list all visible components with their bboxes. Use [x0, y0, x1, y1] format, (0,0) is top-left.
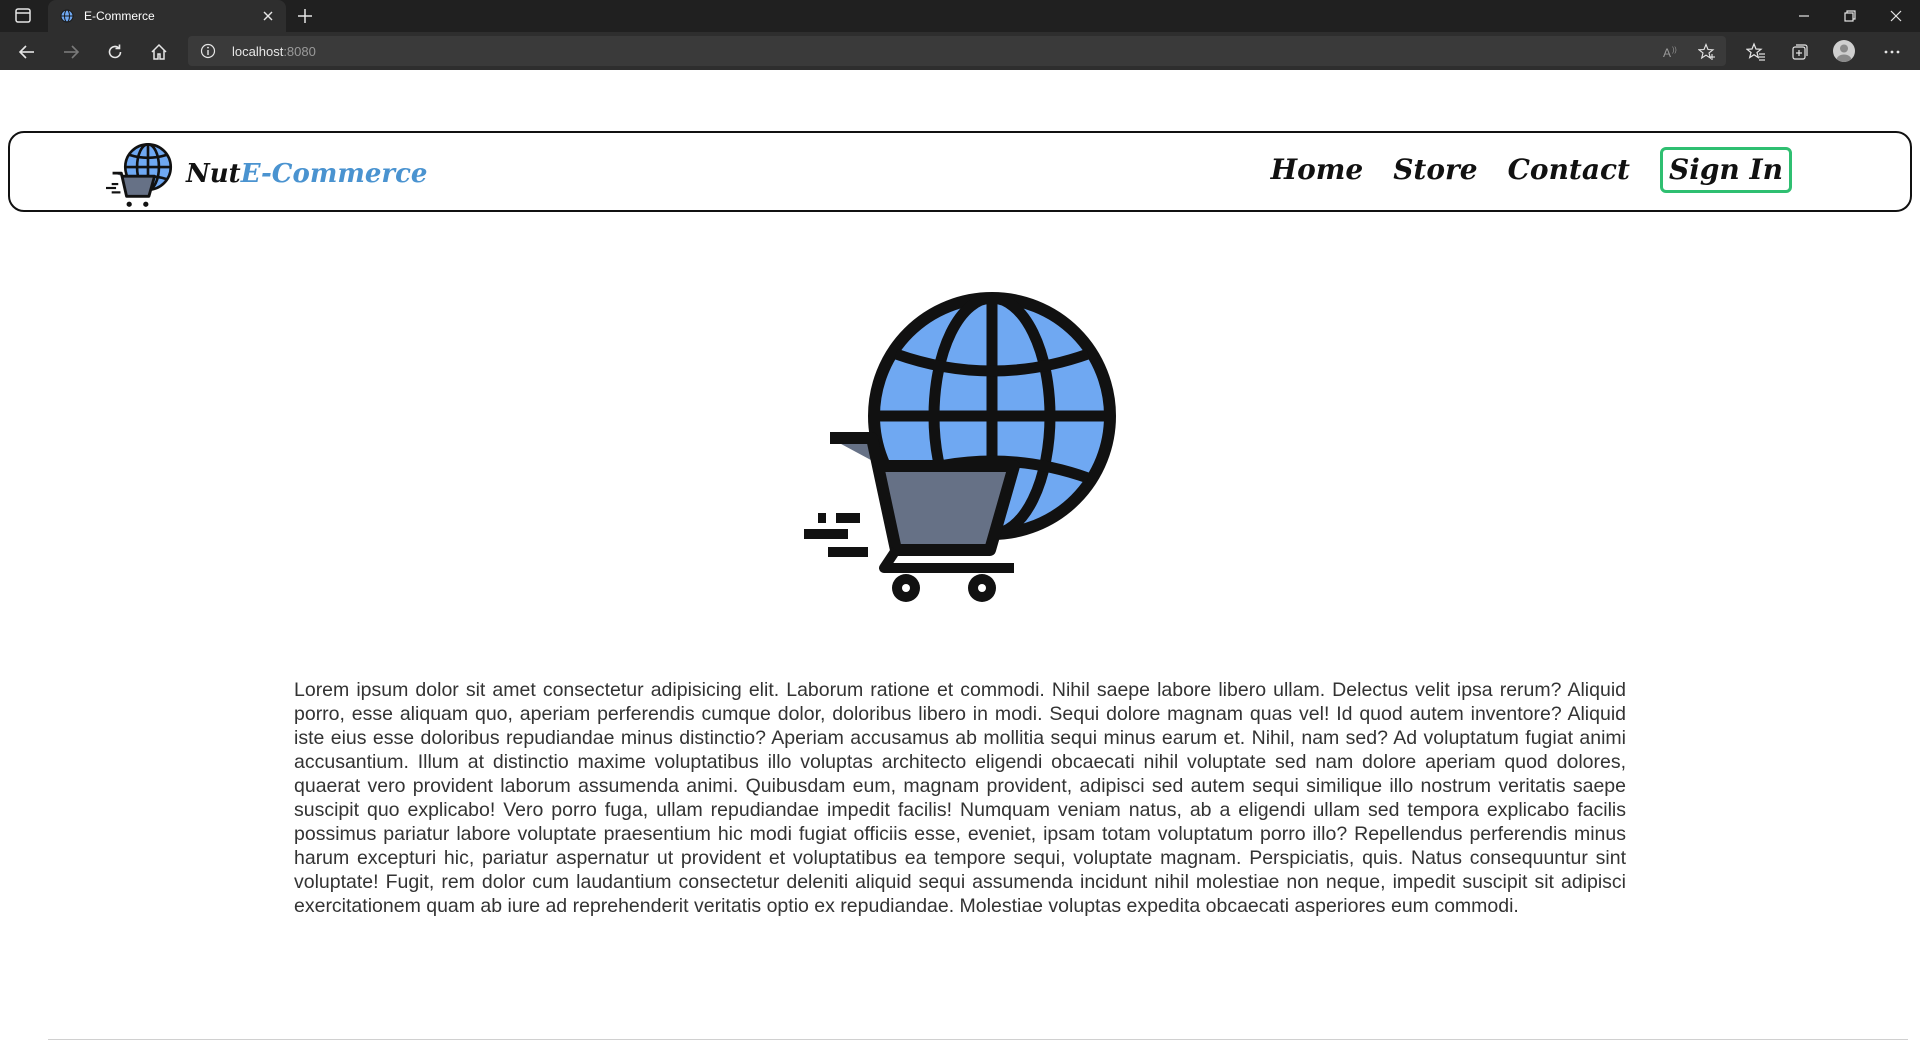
collections-icon[interactable]: [1790, 42, 1810, 62]
brand-name-part2: E-Commerce: [240, 159, 428, 189]
page-bottom-divider: [48, 1039, 1908, 1040]
url-host: localhost: [232, 44, 284, 59]
minimize-icon[interactable]: [1796, 8, 1812, 24]
nav-link-store[interactable]: Store: [1393, 150, 1477, 190]
svg-text:)): )): [1672, 47, 1677, 54]
site-navbar: NutE-Commerce Home Store Contact Sign In: [8, 131, 1912, 212]
globe-cart-logo-icon: [106, 142, 173, 207]
more-icon[interactable]: [1882, 42, 1902, 62]
nav-link-contact[interactable]: Contact: [1508, 150, 1630, 190]
nav-link-home[interactable]: Home: [1271, 150, 1364, 190]
intro-paragraph: Lorem ipsum dolor sit amet consectetur a…: [294, 679, 1626, 917]
plus-icon[interactable]: [296, 7, 314, 25]
address-bar[interactable]: localhost:8080 A )): [188, 36, 1726, 66]
sign-in-button[interactable]: Sign In: [1660, 147, 1792, 193]
globe-cart-icon: [804, 292, 1116, 602]
forward-arrow-icon[interactable]: [61, 42, 81, 62]
url-text: localhost:8080: [232, 44, 316, 59]
tab-title: E-Commerce: [84, 9, 155, 23]
info-icon[interactable]: [200, 43, 216, 59]
brand-name-part1: Nut: [186, 159, 241, 189]
browser-tab-bar: E-Commerce: [0, 0, 1920, 32]
brand-name: NutE-Commerce: [186, 159, 427, 189]
reload-icon[interactable]: [105, 42, 125, 62]
browser-toolbar: localhost:8080 A )): [0, 32, 1920, 70]
nav-links: Home Store Contact Sign In: [1241, 147, 1792, 193]
svg-text:A: A: [1663, 46, 1671, 60]
favorites-icon[interactable]: [1746, 42, 1766, 62]
window-close-icon[interactable]: [1888, 8, 1904, 24]
home-icon[interactable]: [149, 42, 169, 62]
star-plus-icon[interactable]: [1698, 43, 1716, 61]
restore-icon[interactable]: [1842, 8, 1858, 24]
url-port: :8080: [283, 44, 316, 59]
tab-overview-icon[interactable]: [12, 7, 36, 25]
profile-icon[interactable]: [1833, 40, 1855, 62]
read-aloud-icon[interactable]: A )): [1662, 43, 1680, 61]
close-icon[interactable]: [260, 8, 276, 24]
globe-icon: [60, 9, 74, 23]
browser-tab[interactable]: E-Commerce: [48, 0, 286, 32]
back-arrow-icon[interactable]: [17, 42, 37, 62]
profile-silhouette-icon: [1836, 44, 1852, 62]
